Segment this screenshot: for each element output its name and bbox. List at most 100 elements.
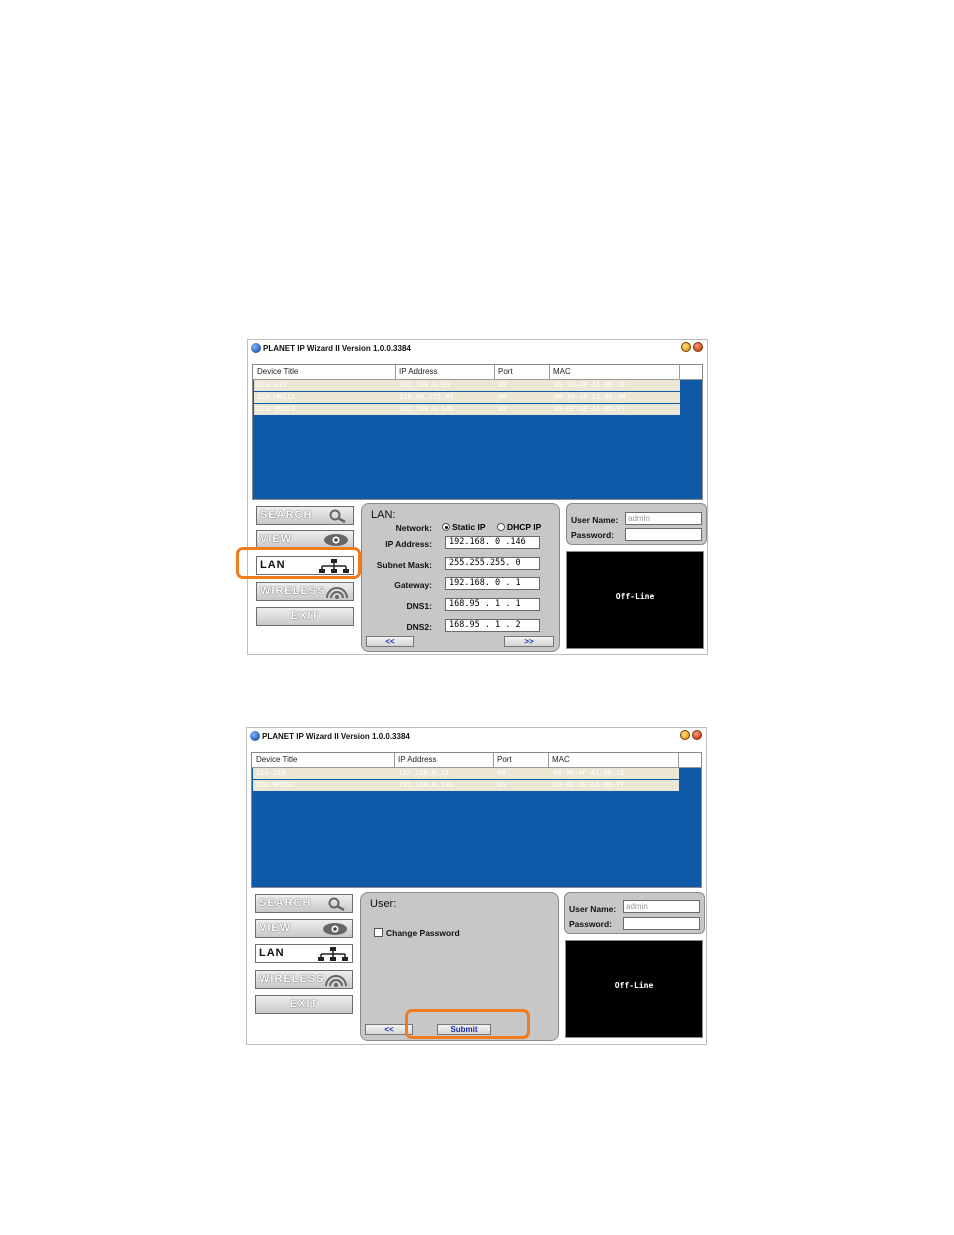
video-preview: Off-Line [565, 940, 703, 1038]
column-device-title[interactable]: Device Title [256, 755, 297, 764]
submit-button-highlight [405, 1009, 530, 1039]
username-input[interactable]: admin [623, 900, 700, 913]
device-mac: 00-30-4F-A1-0B-1E [554, 381, 626, 389]
username-label: User Name: [571, 515, 619, 525]
device-title: ICA-HM351 [257, 405, 295, 413]
password-label: Password: [569, 919, 612, 929]
exit-button[interactable]: EXIT [256, 607, 354, 626]
lan-button-highlight [236, 547, 361, 579]
subnet-mask-input[interactable]: 255.255.255. 0 [445, 557, 540, 570]
device-port: 80 [498, 405, 507, 413]
password-label: Password: [571, 530, 614, 540]
wireless-button[interactable]: WIRELESS [255, 970, 353, 989]
device-list[interactable]: Device Title IP Address Port MAC ICA-310… [251, 752, 702, 888]
dns1-input[interactable]: 168.95 . 1 . 1 [445, 598, 540, 611]
exit-button[interactable]: EXIT [255, 995, 353, 1014]
lan-settings-panel: LAN: Network: Static IP DHCP IP IP Addre… [361, 503, 560, 652]
table-row[interactable]: ICA-HM351 192.168.0.146 80 00-0E-AE-A1-B… [253, 780, 679, 791]
login-box: User Name: admin Password: [564, 892, 705, 934]
checkbox-icon [374, 928, 383, 937]
close-icon[interactable] [693, 342, 703, 352]
column-mac[interactable]: MAC [552, 755, 570, 764]
column-ip-address[interactable]: IP Address [399, 367, 438, 376]
eye-icon [324, 534, 348, 546]
device-mac: 00-30-4F-A1-B6-4B [554, 393, 626, 401]
next-button[interactable]: >> [504, 636, 554, 647]
device-mac: 00-0E-AE-A1-B5-FF [553, 781, 625, 789]
search-button[interactable]: SEARCH [255, 894, 353, 913]
device-title: ICA-HM351 [256, 781, 294, 789]
panel-title: User: [370, 898, 397, 910]
ip-address-label: IP Address: [385, 539, 432, 549]
column-ip-address[interactable]: IP Address [398, 755, 437, 764]
device-list-header: Device Title IP Address Port MAC [252, 753, 701, 768]
radio-unchecked-icon [497, 523, 505, 531]
device-mac: 00-30-4F-A1-0B-1E [553, 769, 625, 777]
video-status: Off-Line [615, 592, 655, 602]
lan-button[interactable]: LAN [255, 944, 353, 963]
view-button[interactable]: VIEW [255, 919, 353, 938]
view-button-label: VIEW [260, 533, 293, 545]
wireless-button-label: WIRELESS [260, 585, 326, 597]
previous-button[interactable]: << [366, 636, 414, 647]
table-row[interactable]: ICA-HM312 210.66.155.85 80 00-30-4F-A1-B… [254, 392, 680, 403]
network-icon [318, 947, 348, 961]
column-port[interactable]: Port [497, 755, 512, 764]
password-input[interactable] [623, 917, 700, 930]
wireless-icon [325, 975, 347, 987]
device-list[interactable]: Device Title IP Address Port MAC ICA-310… [252, 364, 703, 500]
ip-address-input[interactable]: 192.168. 0 .146 [445, 536, 540, 549]
column-port[interactable]: Port [498, 367, 513, 376]
eye-icon [323, 923, 347, 935]
password-input[interactable] [625, 528, 702, 541]
static-ip-radio[interactable]: Static IP [442, 522, 486, 532]
radio-checked-icon [442, 523, 450, 531]
exit-button-label: EXIT [290, 610, 320, 622]
device-title: ICA-310 [257, 381, 287, 389]
network-label: Network: [395, 523, 432, 533]
wizard-window-user: PLANET IP Wizard II Version 1.0.0.3384 D… [246, 727, 707, 1045]
column-device-title[interactable]: Device Title [257, 367, 298, 376]
dhcp-ip-radio[interactable]: DHCP IP [497, 522, 541, 532]
gateway-input[interactable]: 192.168. 0 . 1 [445, 577, 540, 590]
username-label: User Name: [569, 904, 617, 914]
device-port: 80 [497, 781, 506, 789]
gateway-label: Gateway: [394, 580, 432, 590]
device-mac: 00-0E-AE-A1-B5-FF [554, 405, 626, 413]
device-ip: 192.168.0.146 [399, 405, 454, 413]
device-port: 80 [498, 381, 507, 389]
view-button-label: VIEW [259, 922, 292, 934]
device-ip: 192.168.0.33 [399, 381, 450, 389]
video-preview: Off-Line [566, 551, 704, 649]
change-password-checkbox[interactable]: Change Password [374, 928, 460, 938]
wireless-icon [326, 587, 348, 599]
device-port: 80 [497, 769, 506, 777]
panel-title: LAN: [371, 509, 396, 521]
dhcp-ip-label: DHCP IP [507, 522, 542, 532]
dns1-label: DNS1: [406, 601, 432, 611]
table-row[interactable]: ICA-310 192.168.0.33 80 00-30-4F-A1-0B-1… [253, 768, 679, 779]
wizard-window-lan: PLANET IP Wizard II Version 1.0.0.3384 D… [247, 339, 708, 655]
subnet-mask-label: Subnet Mask: [376, 560, 432, 570]
static-ip-label: Static IP [452, 522, 486, 532]
planet-logo-icon [250, 731, 260, 741]
device-ip: 192.168.0.146 [398, 781, 453, 789]
dns2-label: DNS2: [406, 622, 432, 632]
exit-button-label: EXIT [289, 998, 319, 1010]
close-icon[interactable] [692, 730, 702, 740]
device-port: 80 [498, 393, 507, 401]
title-bar: PLANET IP Wizard II Version 1.0.0.3384 [248, 340, 707, 356]
dns2-input[interactable]: 168.95 . 1 . 2 [445, 619, 540, 632]
table-row[interactable]: ICA-310 192.168.0.33 80 00-30-4F-A1-0B-1… [254, 380, 680, 391]
change-password-label: Change Password [386, 928, 460, 938]
device-ip: 210.66.155.85 [399, 393, 454, 401]
table-row[interactable]: ICA-HM351 192.168.0.146 80 00-0E-AE-A1-B… [254, 404, 680, 415]
window-title: PLANET IP Wizard II Version 1.0.0.3384 [263, 343, 411, 353]
minimize-icon[interactable] [681, 342, 691, 352]
search-button-label: SEARCH [259, 897, 312, 909]
username-input[interactable]: admin [625, 512, 702, 525]
search-button[interactable]: SEARCH [256, 506, 354, 525]
minimize-icon[interactable] [680, 730, 690, 740]
column-mac[interactable]: MAC [553, 367, 571, 376]
wireless-button[interactable]: WIRELESS [256, 582, 354, 601]
